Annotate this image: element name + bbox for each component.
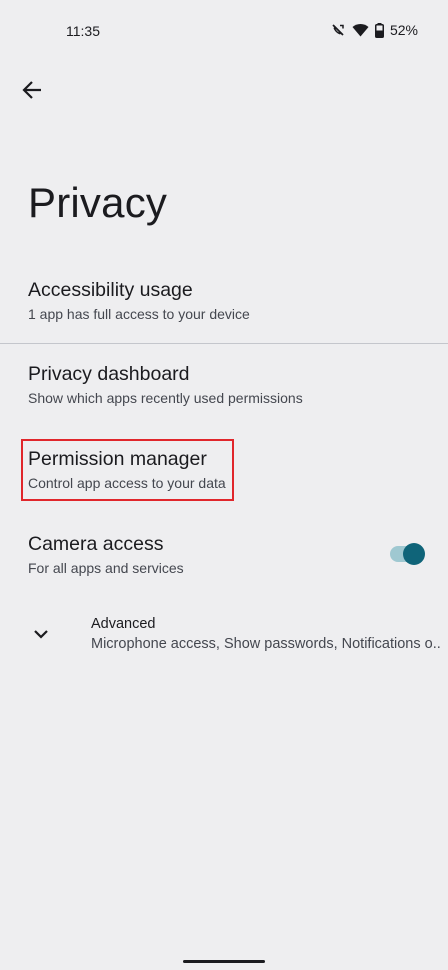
status-bar: 11:35 52% bbox=[0, 0, 448, 60]
battery-percentage: 52% bbox=[389, 22, 418, 38]
item-summary: Show which apps recently used permission… bbox=[28, 390, 303, 406]
item-title: Advanced bbox=[91, 616, 156, 632]
camera-access-item[interactable]: Camera access For all apps and services bbox=[0, 524, 448, 590]
home-indicator[interactable] bbox=[183, 960, 265, 963]
page-title: Privacy bbox=[28, 179, 168, 226]
privacy-dashboard-item[interactable]: Privacy dashboard Show which apps recent… bbox=[0, 355, 448, 425]
highlight-box bbox=[21, 439, 234, 501]
toggle-thumb bbox=[403, 543, 425, 565]
item-summary: 1 app has full access to your device bbox=[28, 306, 250, 322]
camera-access-toggle[interactable] bbox=[388, 541, 428, 567]
battery-icon bbox=[374, 22, 384, 38]
accessibility-usage-item[interactable]: Accessibility usage 1 app has full acces… bbox=[0, 270, 448, 340]
status-time: 11:35 bbox=[66, 23, 100, 39]
item-title: Accessibility usage bbox=[28, 279, 193, 301]
item-title: Camera access bbox=[28, 533, 164, 555]
no-call-icon bbox=[330, 22, 346, 38]
advanced-item[interactable]: Advanced Microphone access, Show passwor… bbox=[0, 608, 448, 668]
divider bbox=[0, 343, 448, 344]
item-summary: For all apps and services bbox=[28, 560, 184, 576]
item-title: Privacy dashboard bbox=[28, 363, 190, 385]
wifi-icon bbox=[352, 23, 369, 37]
status-icons: 52% bbox=[330, 22, 418, 38]
back-button[interactable] bbox=[14, 74, 50, 110]
chevron-down-icon bbox=[30, 623, 52, 645]
arrow-back-icon bbox=[21, 79, 43, 106]
item-summary: Microphone access, Show passwords, Notif… bbox=[91, 636, 441, 652]
